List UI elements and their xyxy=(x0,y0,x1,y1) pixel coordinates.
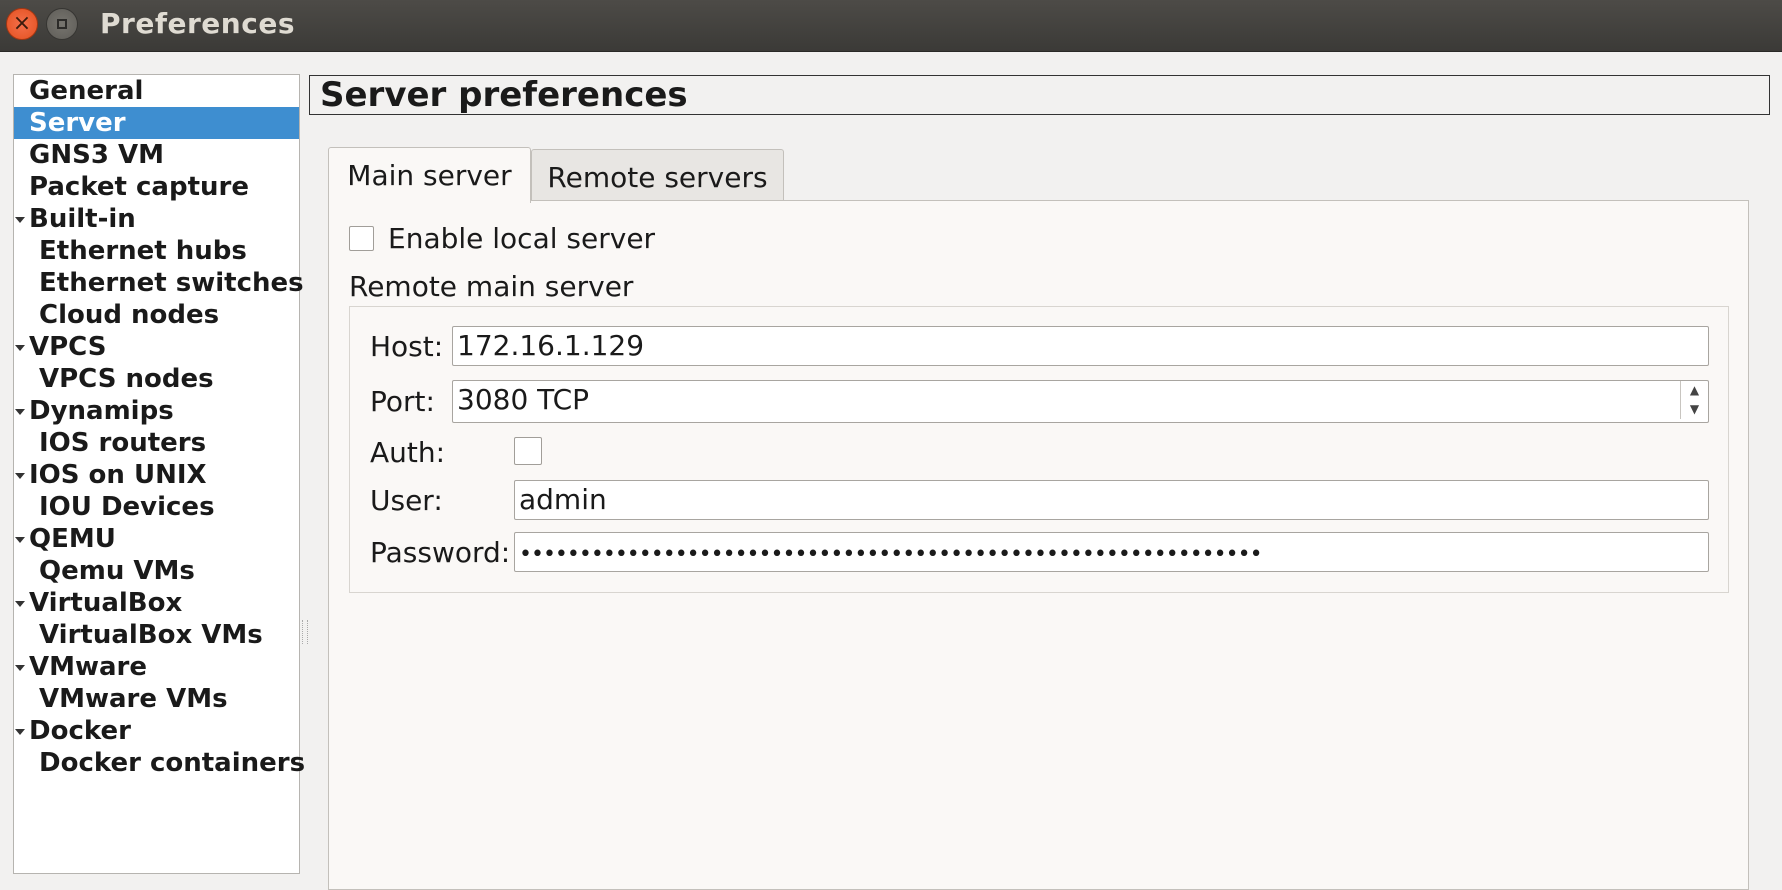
port-label: Port: xyxy=(370,385,435,418)
page-title: Server preferences xyxy=(320,75,688,115)
host-label: Host: xyxy=(370,330,444,363)
sidebar-item-label: VirtualBox xyxy=(29,588,183,618)
sidebar-item[interactable]: Ethernet hubs xyxy=(14,235,299,267)
chevron-down-icon[interactable]: ▼ xyxy=(1681,400,1708,419)
sidebar-item-label: VPCS xyxy=(29,332,107,362)
sidebar-item[interactable]: VMware VMs xyxy=(14,683,299,715)
sidebar-item[interactable]: Server xyxy=(14,107,299,139)
sidebar-item[interactable]: VPCS nodes xyxy=(14,363,299,395)
maximize-icon xyxy=(57,19,67,29)
sidebar-item-label: Cloud nodes xyxy=(39,300,220,330)
user-value: admin xyxy=(519,483,607,516)
enable-local-server-label: Enable local server xyxy=(388,222,656,255)
sidebar-item-label: IOU Devices xyxy=(39,492,215,522)
sidebar-item-label: Dynamips xyxy=(29,396,174,426)
tab-label: Main server xyxy=(347,159,512,192)
title-bar: × Preferences xyxy=(0,0,1782,52)
chevron-up-icon[interactable]: ▲ xyxy=(1681,381,1708,400)
password-value: ••••••••••••••••••••••••••••••••••••••••… xyxy=(519,542,1263,567)
sidebar-item[interactable]: IOU Devices xyxy=(14,491,299,523)
tab-main-server[interactable]: Main server xyxy=(328,147,531,203)
remote-main-server-title: Remote main server xyxy=(349,270,634,303)
enable-local-server-checkbox[interactable] xyxy=(349,226,374,251)
sidebar-item-label: Server xyxy=(29,108,126,138)
sidebar-item[interactable]: QEMU xyxy=(14,523,299,555)
password-label: Password: xyxy=(370,536,511,569)
sidebar-item[interactable]: Cloud nodes xyxy=(14,299,299,331)
sidebar-item[interactable]: IOS on UNIX xyxy=(14,459,299,491)
sidebar-item[interactable]: Qemu VMs xyxy=(14,555,299,587)
sidebar-item-label: VMware VMs xyxy=(39,684,228,714)
sidebar-item-label: Ethernet hubs xyxy=(39,236,247,266)
host-input[interactable]: 172.16.1.129 xyxy=(452,326,1709,366)
sidebar-item-label: IOS routers xyxy=(39,428,207,458)
sidebar-item[interactable]: General xyxy=(14,75,299,107)
expand-arrow-icon[interactable] xyxy=(15,409,25,415)
expand-arrow-icon[interactable] xyxy=(15,473,25,479)
expand-arrow-icon[interactable] xyxy=(15,217,25,223)
sidebar-item[interactable]: IOS routers xyxy=(14,427,299,459)
sidebar-item[interactable]: VMware xyxy=(14,651,299,683)
user-label: User: xyxy=(370,484,443,517)
close-icon: × xyxy=(12,11,32,36)
sidebar-item[interactable]: Packet capture xyxy=(14,171,299,203)
preferences-tree[interactable]: General Server GNS3 VM Packet capture Built-… xyxy=(13,74,305,874)
sidebar-item-label: Built-in xyxy=(29,204,136,234)
sidebar-item-label: VirtualBox VMs xyxy=(39,620,263,650)
sidebar-item-label: Docker xyxy=(29,716,131,746)
expand-arrow-icon[interactable] xyxy=(15,729,25,735)
sidebar-item[interactable]: VirtualBox VMs xyxy=(14,619,299,651)
auth-checkbox[interactable] xyxy=(514,437,542,465)
sidebar-item[interactable]: Ethernet switches xyxy=(14,267,304,299)
port-spin-buttons[interactable]: ▲ ▼ xyxy=(1680,381,1708,419)
sidebar-item-label: Packet capture xyxy=(29,172,249,202)
sidebar-item-label: QEMU xyxy=(29,524,116,554)
page-header: Server preferences xyxy=(309,75,1770,115)
sidebar-item[interactable]: VirtualBox xyxy=(14,587,299,619)
host-value: 172.16.1.129 xyxy=(457,329,645,362)
sidebar-item-label: GNS3 VM xyxy=(29,140,164,170)
port-spinbox[interactable]: 3080 TCP ▲ ▼ xyxy=(452,380,1709,423)
sidebar-item[interactable]: GNS3 VM xyxy=(14,139,299,171)
sidebar-item-label: VPCS nodes xyxy=(39,364,214,394)
sidebar-item-label: VMware xyxy=(29,652,148,682)
close-button[interactable]: × xyxy=(6,8,38,40)
sidebar-item[interactable]: Dynamips xyxy=(14,395,299,427)
maximize-button[interactable] xyxy=(46,8,78,40)
user-input[interactable]: admin xyxy=(514,480,1709,520)
tab-label: Remote servers xyxy=(547,161,768,194)
auth-label: Auth: xyxy=(370,436,446,469)
expand-arrow-icon[interactable] xyxy=(15,601,25,607)
expand-arrow-icon[interactable] xyxy=(15,537,25,543)
window-title: Preferences xyxy=(100,7,295,40)
sidebar-item-label: Ethernet switches xyxy=(39,268,304,298)
sidebar-item-label: Qemu VMs xyxy=(39,556,195,586)
sidebar-item-label: IOS on UNIX xyxy=(29,460,207,490)
sidebar-item-label: Docker containers xyxy=(39,748,306,778)
expand-arrow-icon[interactable] xyxy=(15,345,25,351)
tab-remote-servers[interactable]: Remote servers xyxy=(531,149,784,204)
password-input[interactable]: ••••••••••••••••••••••••••••••••••••••••… xyxy=(514,532,1709,572)
sidebar-item[interactable]: Docker xyxy=(14,715,299,747)
expand-arrow-icon[interactable] xyxy=(15,665,25,671)
port-value: 3080 TCP xyxy=(457,383,590,416)
sidebar-item[interactable]: Docker containers xyxy=(14,747,305,779)
splitter-handle[interactable] xyxy=(302,620,308,644)
sidebar-item[interactable]: Built-in xyxy=(14,203,299,235)
sidebar-item-label: General xyxy=(29,76,144,106)
sidebar-item[interactable]: VPCS xyxy=(14,331,299,363)
